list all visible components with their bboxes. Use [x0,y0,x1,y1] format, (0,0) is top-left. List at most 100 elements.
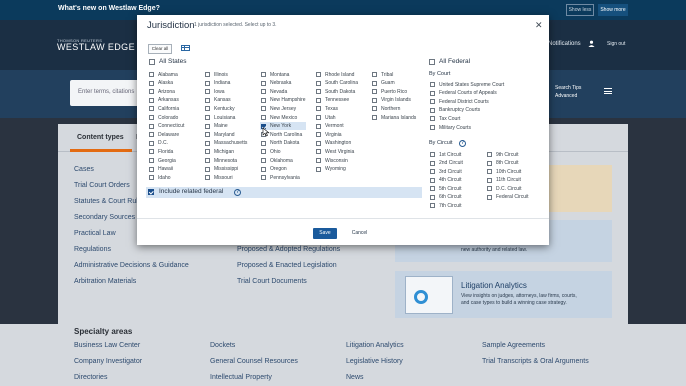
content-link-trial-court-documents[interactable]: Trial Court Documents [237,278,307,285]
state-puerto-rico-checkbox[interactable] [372,89,377,95]
state-ohio-label[interactable]: Ohio [270,149,281,155]
state-utah-label[interactable]: Utah [325,115,336,121]
court-tax-court-label[interactable]: Tax Court [439,116,460,122]
state-oklahoma-label[interactable]: Oklahoma [270,158,293,164]
circuit-d-c-circuit-label[interactable]: D.C. Circuit [496,186,522,192]
content-link-statutes[interactable]: Statutes & Court Rules [74,198,145,205]
state-south-dakota-label[interactable]: South Dakota [325,89,355,95]
court-federal-courts-of-appeals-label[interactable]: Federal Courts of Appeals [439,90,497,96]
circuit-2nd-circuit-label[interactable]: 2nd Circuit [439,160,463,166]
circuit-d-c-circuit-checkbox[interactable] [487,186,492,191]
state-connecticut-checkbox[interactable] [149,123,154,129]
include-related-label[interactable]: Include related federal [159,188,223,195]
state-arkansas-checkbox[interactable] [149,97,154,103]
all-federal-checkbox[interactable] [429,59,435,65]
circuit-6th-circuit-checkbox[interactable] [430,194,435,200]
state-wisconsin-label[interactable]: Wisconsin [325,158,348,164]
specialty-link[interactable]: Legislative History [346,358,403,365]
state-west-virginia-checkbox[interactable] [316,149,321,155]
specialty-link[interactable]: Trial Transcripts & Oral Arguments [482,358,589,365]
state-alabama-checkbox[interactable] [149,72,154,77]
state-virgin-islands-label[interactable]: Virgin Islands [381,97,411,103]
all-states-label[interactable]: All States [159,58,186,65]
state-missouri-checkbox[interactable] [205,175,210,181]
state-oregon-checkbox[interactable] [261,166,266,172]
circuit-7th-circuit-checkbox[interactable] [430,203,435,208]
state-montana-label[interactable]: Montana [270,72,289,78]
state-pennsylvania-checkbox[interactable] [261,175,266,181]
state-new-mexico-checkbox[interactable] [261,115,266,120]
brand-logo[interactable]: WESTLAW EDGE [57,42,135,52]
state-texas-checkbox[interactable] [316,106,321,112]
state-alaska-checkbox[interactable] [149,80,154,86]
content-link-arbitration[interactable]: Arbitration Materials [74,278,136,285]
state-massachusetts-checkbox[interactable] [205,140,210,146]
state-arizona-checkbox[interactable] [149,89,154,95]
circuit-10th-circuit-label[interactable]: 10th Circuit [496,169,521,175]
state-illinois-label[interactable]: Illinois [214,72,228,78]
state-indiana-checkbox[interactable] [205,80,210,86]
state-florida-checkbox[interactable] [149,149,154,155]
circuit-1st-circuit-checkbox[interactable] [430,152,435,157]
state-nebraska-checkbox[interactable] [261,80,266,86]
state-california-label[interactable]: California [158,106,179,112]
state-rhode-island-label[interactable]: Rhode Island [325,72,354,78]
content-link-regulations[interactable]: Regulations [74,246,111,253]
state-louisiana-label[interactable]: Louisiana [214,115,235,121]
state-hawaii-label[interactable]: Hawaii [158,166,173,172]
circuit-6th-circuit-label[interactable]: 6th Circuit [439,194,462,200]
state-oklahoma-checkbox[interactable] [261,158,266,163]
state-tribal-label[interactable]: Tribal [381,72,393,78]
state-minnesota-label[interactable]: Minnesota [214,158,237,164]
state-vermont-checkbox[interactable] [316,123,321,129]
content-link-proposed-regulations[interactable]: Proposed & Adopted Regulations [237,246,340,253]
state-missouri-label[interactable]: Missouri [214,175,233,181]
state-west-virginia-label[interactable]: West Virginia [325,149,354,155]
state-delaware-checkbox[interactable] [149,132,154,138]
state-florida-label[interactable]: Florida [158,149,173,155]
state-georgia-label[interactable]: Georgia [158,158,176,164]
specialty-link[interactable]: Intellectual Property [210,374,272,381]
circuit-8th-circuit-label[interactable]: 8th Circuit [496,160,519,166]
state-south-carolina-checkbox[interactable] [316,80,321,86]
circuit-5th-circuit-checkbox[interactable] [430,186,435,191]
state-nevada-checkbox[interactable] [261,89,266,95]
circuit-federal-circuit-label[interactable]: Federal Circuit [496,194,529,200]
state-virgin-islands-checkbox[interactable] [372,97,377,103]
state-wyoming-checkbox[interactable] [316,166,321,172]
state-guam-label[interactable]: Guam [381,80,395,86]
state-virginia-checkbox[interactable] [316,132,321,138]
state-montana-checkbox[interactable] [261,72,266,77]
state-colorado-checkbox[interactable] [149,115,154,120]
specialty-link[interactable]: Business Law Center [74,342,140,349]
state-utah-checkbox[interactable] [316,115,321,120]
state-new-mexico-label[interactable]: New Mexico [270,115,297,121]
search-tips-link[interactable]: Search Tips [555,84,581,92]
court-military-courts-label[interactable]: Military Courts [439,125,471,131]
state-alaska-label[interactable]: Alaska [158,80,173,86]
state-virginia-label[interactable]: Virginia [325,132,342,138]
promo-card-litigation-analytics[interactable]: Litigation Analytics View insights on ju… [395,271,612,318]
circuit-10th-circuit-checkbox[interactable] [487,169,492,174]
court-united-states-supreme-court-checkbox[interactable] [430,82,435,87]
state-idaho-checkbox[interactable] [149,175,154,181]
court-bankruptcy-courts-label[interactable]: Bankruptcy Courts [439,107,480,113]
state-south-dakota-checkbox[interactable] [316,89,321,95]
circuit-federal-circuit-checkbox[interactable] [487,194,492,200]
state-illinois-checkbox[interactable] [205,72,210,77]
circuit-1st-circuit-label[interactable]: 1st Circuit [439,152,461,158]
close-icon[interactable]: ✕ [535,21,543,30]
state-iowa-checkbox[interactable] [205,89,210,95]
state-kansas-label[interactable]: Kansas [214,97,231,103]
state-arizona-label[interactable]: Arizona [158,89,175,95]
state-michigan-label[interactable]: Michigan [214,149,234,155]
state-maryland-checkbox[interactable] [205,132,210,138]
content-link-secondary-sources[interactable]: Secondary Sources [74,214,135,221]
specialty-link[interactable]: General Counsel Resources [210,358,298,365]
tab-content-types[interactable]: Content types [77,134,124,141]
state-alabama-label[interactable]: Alabama [158,72,178,78]
state-iowa-label[interactable]: Iowa [214,89,225,95]
grid-view-icon[interactable] [181,45,190,51]
state-ohio-checkbox[interactable] [261,149,266,155]
sign-out-link[interactable]: Sign out [607,41,625,47]
